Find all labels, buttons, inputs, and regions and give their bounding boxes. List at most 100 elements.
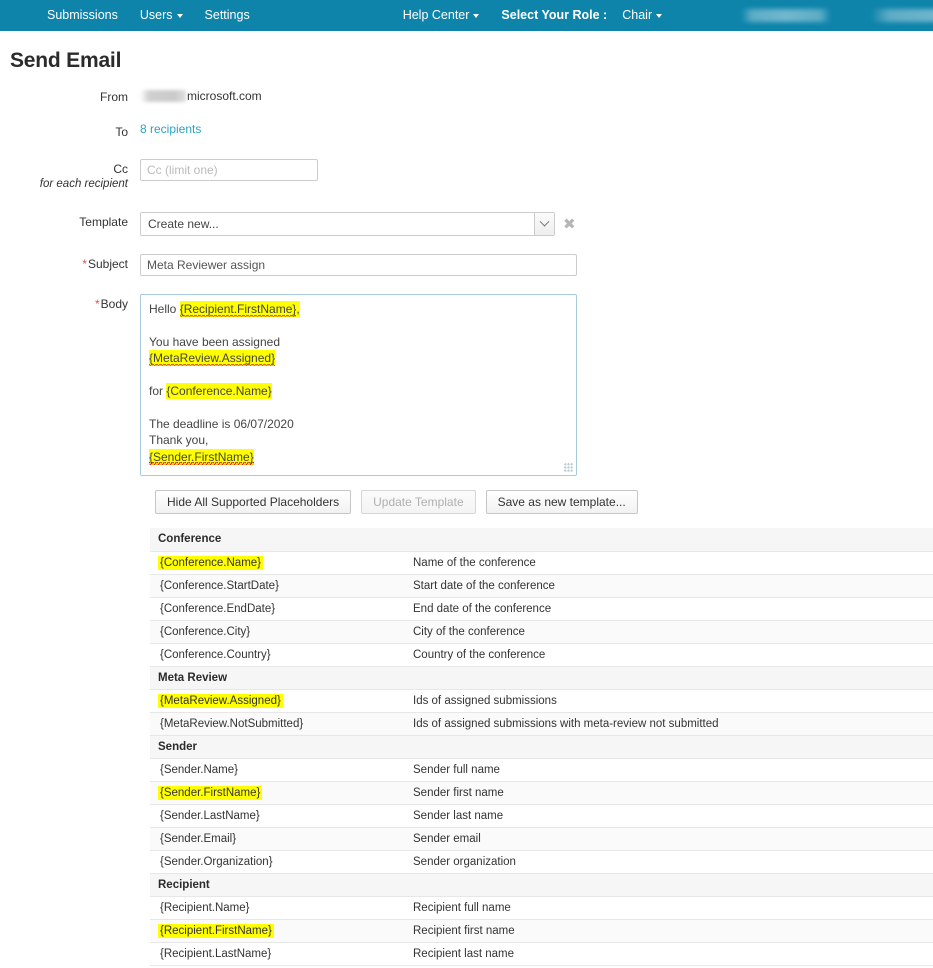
table-row[interactable]: {Conference.Country} Country of the confe… (150, 643, 933, 667)
placeholder-token-cell[interactable]: {Conference.Name} (150, 551, 405, 575)
required-marker: * (94, 297, 100, 311)
placeholder-token: {Conference.EndDate} (160, 602, 276, 615)
placeholder-token-cell[interactable]: {MetaReview.Assigned} (150, 689, 405, 713)
body-line: The deadline is 06/07/2020 (149, 416, 568, 432)
save-as-new-template-button[interactable]: Save as new template... (485, 490, 638, 514)
table-row[interactable]: {Conference.City} City of the conference (150, 620, 933, 644)
placeholder-token: {Recipient.LastName} (160, 947, 272, 960)
placeholder-section-name: Meta Review (150, 666, 933, 690)
update-template-button[interactable]: Update Template (361, 490, 476, 514)
nav-item-users[interactable]: Users (129, 0, 194, 31)
body-line: Hello {Recipient.FirstName}, (149, 301, 568, 317)
table-row[interactable]: {MetaReview.NotSubmitted} Ids of assigned… (150, 712, 933, 736)
template-select-wrap: Create new... ✖ (140, 212, 933, 236)
placeholder-token: {Sender.FirstName} (158, 785, 263, 800)
table-row[interactable]: {Conference.Name} Name of the conference (150, 551, 933, 575)
nav-item-submissions[interactable]: Submissions (36, 0, 129, 31)
body-line: {Sender.FirstName} (149, 448, 568, 465)
body-content: Hello {Recipient.FirstName}, You have be… (149, 301, 568, 465)
chevron-down-icon (656, 13, 663, 18)
placeholder-description-cell: City of the conference (405, 620, 933, 644)
hide-all-supported-placeholders-button[interactable]: Hide All Supported Placeholders (155, 490, 352, 514)
placeholder-token: {Sender.LastName} (160, 809, 260, 822)
recipients-link[interactable]: 8 recipients (140, 122, 201, 136)
nav-item-label: Users (139, 8, 173, 22)
body-placeholder-token: {Sender.FirstName} (149, 448, 254, 465)
resize-handle-icon[interactable] (564, 463, 573, 472)
table-row[interactable]: {Sender.Organization} Sender organization (150, 850, 933, 874)
table-row[interactable]: {Sender.FirstName} Sender first name (150, 781, 933, 805)
placeholder-token: {MetaReview.NotSubmitted} (160, 717, 304, 730)
table-row[interactable]: {Sender.Name} Sender full name (150, 758, 933, 782)
clear-template-icon[interactable]: ✖ (563, 217, 576, 232)
body-text: Thank you, (149, 433, 209, 448)
role-selector-label: Select Your Role : (490, 0, 611, 31)
placeholder-token: {Sender.Organization} (160, 855, 273, 868)
to-label: To (115, 125, 128, 139)
body-line: {MetaReview.Assigned} (149, 350, 568, 367)
cc-input[interactable] (140, 159, 318, 181)
placeholder-section-header: Meta Review (150, 666, 933, 690)
placeholder-description-cell: Ids of assigned submissions (405, 689, 933, 713)
body-textarea[interactable]: Hello {Recipient.FirstName}, You have be… (140, 294, 577, 476)
cc-label-text: Cc (113, 162, 128, 176)
placeholder-token-cell[interactable]: {Recipient.LastName} (150, 942, 405, 966)
chevron-down-icon (176, 13, 183, 18)
placeholder-description-cell: Sender last name (405, 804, 933, 828)
template-selected-value: Create new... (148, 217, 219, 231)
placeholder-token: {Recipient.FirstName} (158, 923, 274, 938)
form-row-to: To 8 recipients (0, 122, 933, 139)
body-placeholder-token: {Conference.Name} (166, 382, 272, 399)
redacted-user-name[interactable] (741, 9, 832, 22)
placeholder-token-cell[interactable]: {Conference.Country} (150, 643, 405, 667)
placeholder-token-cell[interactable]: {Sender.Organization} (150, 850, 405, 874)
placeholder-description-cell: Sender full name (405, 758, 933, 782)
template-actions-toolbar: Hide All Supported Placeholders Update T… (155, 490, 933, 514)
body-label: *Body (0, 294, 140, 311)
placeholder-token-cell[interactable]: {Sender.LastName} (150, 804, 405, 828)
placeholder-token-cell[interactable]: {Sender.FirstName} (150, 781, 405, 805)
nav-middle-group: Help Center Select Your Role : Chair (392, 0, 673, 31)
table-row[interactable]: {Sender.Email} Sender email (150, 827, 933, 851)
placeholder-token-cell[interactable]: {Conference.StartDate} (150, 574, 405, 598)
table-row[interactable]: {Conference.StartDate} Start date of the … (150, 574, 933, 598)
table-row[interactable]: {Recipient.Name} Recipient full name (150, 896, 933, 920)
top-navigation-bar: Submissions Users Settings Help Center Sel… (0, 0, 933, 31)
placeholder-token-cell[interactable]: {Conference.City} (150, 620, 405, 644)
placeholder-token: {MetaReview.Assigned} (158, 693, 283, 708)
placeholder-section-name: Conference (150, 528, 933, 552)
role-value-text: Chair (622, 8, 653, 22)
subject-input[interactable] (140, 254, 577, 276)
placeholder-token-cell[interactable]: {Conference.EndDate} (150, 597, 405, 621)
body-line: for {Conference.Name} (149, 382, 568, 399)
nav-item-help-center[interactable]: Help Center (392, 0, 491, 31)
template-select[interactable]: Create new... (140, 212, 555, 236)
body-text: Hello (149, 302, 180, 316)
template-label: Template (79, 215, 128, 229)
table-row[interactable]: {Conference.EndDate} End date of the conf… (150, 597, 933, 621)
table-row[interactable]: {Recipient.LastName} Recipient last name (150, 942, 933, 966)
nav-item-role-chair[interactable]: Chair (611, 0, 673, 31)
placeholder-token-cell[interactable]: {MetaReview.NotSubmitted} (150, 712, 405, 736)
placeholder-token-cell[interactable]: {Recipient.Name} (150, 896, 405, 920)
table-row[interactable]: {Sender.LastName} Sender last name (150, 804, 933, 828)
table-row[interactable]: {Recipient.FirstName} Recipient first nam… (150, 919, 933, 943)
redacted-conference-name[interactable] (871, 9, 933, 22)
body-line (149, 399, 568, 415)
table-row[interactable]: {MetaReview.Assigned} Ids of assigned sub… (150, 689, 933, 713)
placeholder-description-cell: Name of the conference (405, 551, 933, 575)
from-value: microsoft.com (140, 87, 933, 103)
placeholder-token: {Conference.Name} (158, 555, 264, 570)
placeholder-description-cell: Sender organization (405, 850, 933, 874)
nav-left-group: Submissions Users Settings (0, 0, 261, 31)
placeholder-description-cell: Sender first name (405, 781, 933, 805)
chevron-down-icon[interactable] (534, 213, 554, 235)
placeholder-token: {Sender.Email} (160, 832, 237, 845)
placeholder-token-cell[interactable]: {Recipient.FirstName} (150, 919, 405, 943)
supported-placeholders-table: Conference {Conference.Name} Name of the c… (150, 528, 933, 966)
placeholder-token: {Sender.Name} (160, 763, 239, 776)
placeholder-token-cell[interactable]: {Sender.Email} (150, 827, 405, 851)
nav-item-label: Submissions (47, 8, 118, 22)
placeholder-token-cell[interactable]: {Sender.Name} (150, 758, 405, 782)
nav-item-settings[interactable]: Settings (194, 0, 261, 31)
